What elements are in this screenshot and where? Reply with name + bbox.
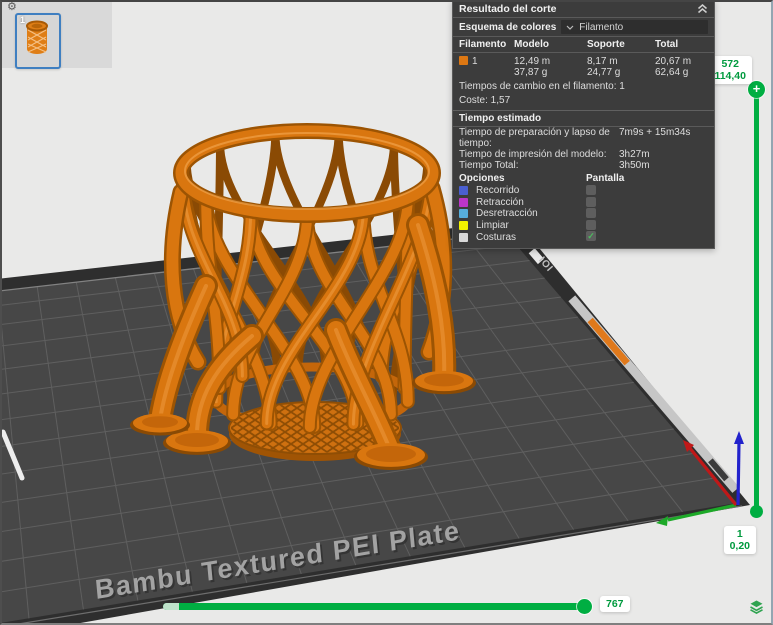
options-header: Opciones Pantalla <box>459 173 625 184</box>
estimated-time-title: Tiempo estimado <box>453 110 714 127</box>
option-checkbox[interactable]: ✓ <box>586 231 596 242</box>
layer-slider-bottom-handle[interactable] <box>750 505 763 518</box>
color-scheme-label: Esquema de colores <box>459 21 557 33</box>
filament-color-swatch <box>459 56 468 65</box>
color-scheme-select[interactable]: Filamento <box>561 20 708 34</box>
plate-thumbnail[interactable]: 1 <box>15 13 61 69</box>
time-row: Tiempo Total: 3h50m <box>459 160 650 171</box>
option-checkbox[interactable] <box>586 219 596 230</box>
layer-slider-bottom-label: 1 0,20 <box>723 526 756 554</box>
plate-thumbnail-index: 1 <box>20 15 26 25</box>
option-color-swatch <box>459 186 468 196</box>
option-label: Recorrido <box>476 185 520 197</box>
option-color-swatch <box>459 221 468 231</box>
option-row-seams: Costuras ✓ <box>453 231 714 243</box>
option-row-wipe: Limpiar <box>453 219 714 232</box>
option-color-swatch <box>459 197 468 207</box>
time-row: Tiempo de impresión del modelo: 3h27m <box>459 149 650 160</box>
filament-id: 1 <box>472 56 478 67</box>
option-label: Retracción <box>476 196 524 208</box>
viewport-3d: IOI Bambu Textured PEI Plate Bambu Textu… <box>0 0 773 625</box>
option-color-swatch <box>459 232 468 242</box>
time-row: Tiempo de preparación y lapso de tiempo:… <box>459 127 691 149</box>
option-row-retraction: Retracción <box>453 196 714 209</box>
option-checkbox[interactable] <box>586 185 596 195</box>
chevron-down-icon <box>566 25 574 30</box>
option-label: Desretracción <box>476 208 538 220</box>
layer-slider-track[interactable] <box>754 88 759 512</box>
option-label: Limpiar <box>476 220 509 232</box>
slice-result-panel: Resultado del corte Esquema de colores F… <box>452 0 715 249</box>
step-slider-handle[interactable] <box>577 599 592 614</box>
filament-table-header: Filamento Modelo Soporte Total <box>453 37 714 53</box>
panel-collapse-icon[interactable] <box>697 4 708 14</box>
option-checkbox[interactable] <box>586 208 596 219</box>
option-color-swatch <box>459 209 468 219</box>
step-slider-track[interactable] <box>163 603 586 610</box>
panel-title: Resultado del corte <box>459 3 557 15</box>
plate-settings-icon[interactable]: ⚙ <box>7 0 17 13</box>
step-slider-value-label: 767 <box>600 596 630 612</box>
layers-preview-icon[interactable] <box>749 599 764 615</box>
axis-z-blue <box>736 440 741 506</box>
cost-text: Coste: 1,57 <box>459 95 511 106</box>
step-slider-track-start <box>163 603 179 610</box>
filament-table-row: 1 12,49 m 37,87 g 8,17 m 24,77 g 20,67 m 62… <box>453 53 714 80</box>
filament-changes-text: Tiempos de cambio en el filamento: 1 <box>459 81 625 92</box>
option-label: Costuras <box>476 231 517 243</box>
option-checkbox[interactable] <box>586 196 596 207</box>
option-row-unretraction: Desretracción <box>453 208 714 220</box>
color-scheme-value: Filamento <box>579 21 624 33</box>
option-row-travel: Recorrido <box>453 185 714 197</box>
